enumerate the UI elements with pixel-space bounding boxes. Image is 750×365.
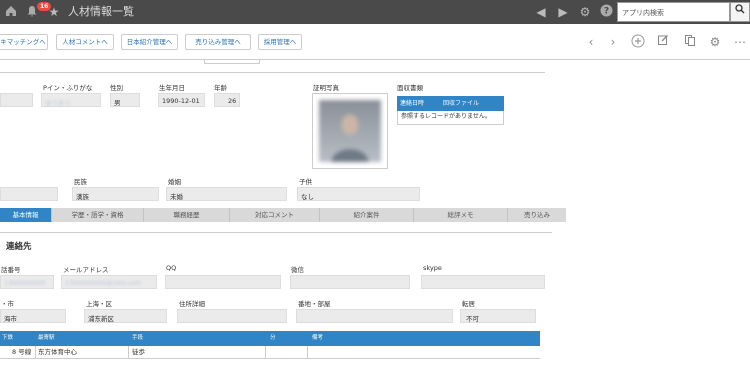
- city-label: ・市: [1, 300, 14, 308]
- gear-icon[interactable]: ⚙: [577, 4, 593, 20]
- qq-field: [165, 275, 281, 289]
- relocation-label: 転居: [462, 300, 475, 308]
- cell-station: 东方体育中心: [38, 348, 77, 356]
- tab-sales[interactable]: 売り込み: [508, 208, 566, 222]
- marital-value: 未婚: [170, 193, 183, 201]
- edit-icon[interactable]: [655, 34, 671, 50]
- chevron-right-icon[interactable]: ›: [605, 34, 621, 50]
- documents-label: 面収書類: [397, 84, 423, 92]
- relocation-value: 不可: [466, 315, 479, 323]
- kana-value: ほうおぅ: [45, 99, 71, 107]
- cell-line: 8 号線: [12, 348, 32, 356]
- japan-intro-link-button[interactable]: 日本紹介管理へ: [121, 34, 178, 50]
- block-label: 番地・部屋: [298, 300, 331, 308]
- documents-col-file: 回収ファイル: [443, 100, 480, 107]
- city-value: 海市: [4, 315, 17, 323]
- cell-divider: [128, 346, 129, 359]
- address-field: [177, 309, 287, 323]
- cell-divider: [265, 346, 266, 359]
- address-label: 住所詳細: [179, 300, 205, 308]
- gender-value: 男: [114, 99, 121, 107]
- skype-field: [421, 275, 545, 289]
- col-means: 手段: [132, 335, 144, 341]
- next-record-icon[interactable]: ▶: [555, 4, 571, 20]
- add-icon[interactable]: [630, 34, 646, 50]
- svg-text:?: ?: [603, 7, 608, 17]
- wechat-field: [290, 275, 410, 289]
- tab-education[interactable]: 学歴・語学・資格: [52, 208, 144, 222]
- email-label: メールアドレス: [63, 266, 109, 274]
- tab-introductions[interactable]: 紹介案件: [320, 208, 414, 222]
- tab-basic-info[interactable]: 基本情報: [0, 208, 52, 222]
- hiring-link-button[interactable]: 採用管理へ: [258, 34, 302, 50]
- documents-col-date: 連絡日時: [400, 100, 425, 107]
- birthdate-label: 生年月日: [159, 84, 185, 92]
- search-icon[interactable]: [730, 2, 750, 22]
- tab-work-history[interactable]: 職務経歴: [144, 208, 230, 222]
- kana-label: Pイン・ふりがな: [43, 84, 93, 92]
- transit-table-header: 下鉄 最寄駅 手段 分 備考: [0, 331, 540, 346]
- cell-divider: [307, 346, 308, 359]
- skype-label: skype: [423, 264, 442, 272]
- sales-link-button[interactable]: 売り込み管理へ: [185, 34, 251, 50]
- wechat-label: 微信: [291, 266, 304, 274]
- district-value: 浦东新区: [88, 315, 114, 323]
- children-label: 子供: [299, 178, 312, 186]
- prev-record-icon[interactable]: ◀: [533, 4, 549, 20]
- toolbar-divider: [0, 59, 750, 60]
- empty-field: [0, 187, 58, 201]
- gender-label: 性別: [110, 84, 123, 92]
- marital-label: 婚姻: [168, 178, 181, 186]
- col-minutes: 分: [270, 335, 276, 341]
- ethnic-value: 漢族: [76, 193, 89, 201]
- age-label: 年齢: [214, 84, 227, 92]
- photo-label: 証明写真: [313, 84, 339, 92]
- section-title-contact: 連絡先: [6, 242, 32, 252]
- phone-value: 1300000000: [4, 279, 46, 287]
- tab-comments[interactable]: 対応コメント: [230, 208, 320, 222]
- col-station: 最寄駅: [38, 335, 55, 341]
- qq-label: QQ: [166, 264, 177, 272]
- copy-icon[interactable]: [682, 34, 698, 50]
- children-value: なし: [301, 193, 314, 201]
- top-bar: 16 ★ 人材情報一覧 ◀ ▶ ⚙ ? アプリ内検索: [0, 0, 750, 24]
- tab-content-divider: [0, 232, 552, 233]
- truncated-field: [204, 59, 260, 64]
- col-subway: 下鉄: [2, 335, 14, 341]
- table-row[interactable]: 8 号線 东方体育中心 徒歩: [0, 346, 540, 359]
- district-label: 上海・区: [86, 300, 112, 308]
- col-note: 備考: [312, 335, 324, 341]
- star-icon[interactable]: ★: [46, 4, 62, 20]
- name-field: [0, 93, 33, 107]
- phone-label: 話番号: [1, 266, 21, 274]
- id-photo[interactable]: [312, 93, 388, 169]
- ethnic-label: 民族: [74, 178, 87, 186]
- chevron-left-icon[interactable]: ‹: [583, 34, 599, 50]
- section-divider: [0, 72, 545, 73]
- app-search-input[interactable]: アプリ内検索: [617, 2, 730, 22]
- tab-review-memo[interactable]: 総評メモ: [414, 208, 508, 222]
- age-value: 26: [228, 97, 237, 105]
- email-value: 1300000000@163.com: [65, 279, 142, 287]
- cell-divider: [35, 346, 36, 359]
- documents-table-header: 連絡日時 回収ファイル: [397, 96, 504, 111]
- matching-link-button[interactable]: キマッチングへ: [0, 34, 48, 50]
- cell-means: 徒歩: [132, 348, 145, 356]
- more-options-icon[interactable]: ⋯: [732, 34, 748, 50]
- documents-empty-message: 参照するレコードがありません。: [397, 111, 504, 125]
- app-title: 人材情報一覧: [68, 5, 134, 18]
- birthdate-value: 1990-12-01: [162, 97, 200, 105]
- help-icon[interactable]: ?: [598, 4, 614, 20]
- block-field: [296, 309, 453, 323]
- talent-comment-link-button[interactable]: 人材コメントへ: [56, 34, 114, 50]
- settings-icon[interactable]: ⚙: [707, 34, 723, 50]
- home-icon[interactable]: [3, 4, 19, 20]
- avatar: [319, 100, 381, 162]
